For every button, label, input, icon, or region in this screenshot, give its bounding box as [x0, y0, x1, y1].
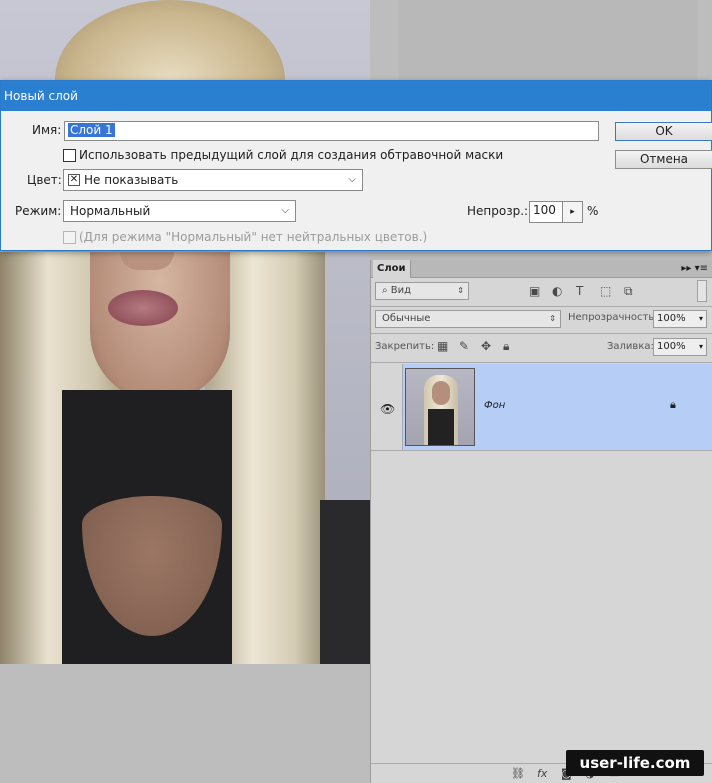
panel-opacity-label: Непрозрачность: — [568, 312, 658, 323]
visibility-cell[interactable]: 👁︎ — [371, 364, 403, 450]
lock-icon: 🔒︎ — [670, 398, 676, 411]
opacity-unit: % — [587, 204, 599, 218]
panel-tab-row: Слои ▸▸ ▾≡ — [371, 260, 712, 278]
blend-mode-value: Обычные — [382, 313, 431, 324]
fill-label: Заливка: — [607, 341, 654, 352]
fill-input[interactable]: 100% ▾ — [653, 338, 707, 356]
photo-shoulder — [320, 500, 370, 664]
mode-select[interactable]: Нормальный ⌵ — [63, 200, 296, 222]
thumbnail-face — [432, 381, 450, 405]
tab-layers[interactable]: Слои — [373, 260, 411, 278]
type-filter-icon[interactable]: T — [576, 284, 583, 298]
lock-brush-icon[interactable]: ✎ — [459, 339, 469, 353]
chevron-down-icon: ⌵ — [348, 174, 356, 185]
fx-icon[interactable]: fx — [537, 767, 547, 780]
cancel-button[interactable]: Отмена — [615, 150, 712, 169]
opacity-stepper-arrow-icon[interactable]: ▸ — [562, 202, 582, 222]
chevron-down-icon[interactable]: ▾ — [699, 339, 703, 355]
new-layer-dialog: Новый слой Имя: Слой 1 Использовать пред… — [0, 80, 712, 251]
layer-name-value: Слой 1 — [68, 123, 115, 137]
neutral-color-checkbox — [63, 231, 76, 244]
chevron-down-icon: ⌵ — [281, 205, 289, 216]
ok-button[interactable]: OK — [615, 122, 712, 141]
neutral-color-note: (Для режима "Нормальный" нет нейтральных… — [79, 230, 428, 244]
chevron-updown-icon: ⇕ — [457, 286, 464, 295]
smart-object-filter-icon[interactable]: ⧉ — [624, 284, 633, 298]
color-select[interactable]: ✕ Не показывать ⌵ — [63, 169, 363, 191]
link-layers-icon[interactable]: ⛓ — [511, 767, 525, 780]
divider — [371, 362, 712, 363]
name-label: Имя: — [32, 123, 62, 137]
chevron-updown-icon: ⇕ — [549, 314, 556, 323]
adjustment-filter-icon[interactable]: ◐ — [552, 284, 562, 298]
lock-all-icon[interactable]: 🔒︎ — [503, 339, 509, 353]
lock-label: Закрепить: — [375, 341, 435, 352]
divider — [371, 450, 712, 451]
photo-lips — [108, 290, 178, 326]
watermark: user-life.com — [566, 750, 704, 776]
filter-toggle[interactable] — [697, 280, 707, 302]
photo-face — [90, 252, 230, 402]
opacity-label: Непрозр.: — [467, 204, 529, 218]
dialog-titlebar[interactable]: Новый слой — [1, 81, 711, 111]
eye-icon[interactable]: 👁︎ — [380, 402, 395, 416]
workspace-background — [398, 0, 698, 80]
shape-filter-icon[interactable]: ⬚ — [600, 284, 611, 298]
chevron-down-icon[interactable]: ▾ — [699, 311, 703, 327]
clipping-mask-checkbox[interactable] — [63, 149, 76, 162]
opacity-input[interactable]: 100 ▸ — [529, 201, 583, 223]
panel-menu-icon[interactable]: ▸▸ ▾≡ — [681, 260, 708, 278]
filter-value: Вид — [390, 285, 412, 296]
lock-position-icon[interactable]: ✥ — [481, 339, 491, 353]
layer-name-input[interactable]: Слой 1 — [64, 121, 599, 141]
panel-opacity-input[interactable]: 100% ▾ — [653, 310, 707, 328]
mode-label: Режим: — [15, 204, 62, 218]
panel-opacity-value: 100% — [657, 313, 686, 324]
no-color-icon: ✕ — [68, 174, 80, 186]
clipping-mask-label[interactable]: Использовать предыдущий слой для создани… — [79, 148, 503, 162]
blend-mode-select[interactable]: Обычные ⇕ — [375, 310, 561, 328]
thumbnail-body — [428, 409, 454, 445]
layer-filter-select[interactable]: ⌕ Вид ⇕ — [375, 282, 469, 300]
opacity-value: 100 — [533, 203, 556, 217]
mode-value: Нормальный — [70, 204, 151, 218]
divider — [371, 333, 712, 334]
color-label: Цвет: — [27, 173, 62, 187]
fill-value: 100% — [657, 341, 686, 352]
layer-thumbnail[interactable] — [405, 368, 475, 446]
layer-name[interactable]: Фон — [484, 400, 505, 411]
layers-panel: Слои ▸▸ ▾≡ ⌕ Вид ⇕ ▣ ◐ T ⬚ ⧉ Обычные ⇕ Н… — [370, 260, 712, 783]
lock-transparency-icon[interactable]: ▦ — [437, 339, 448, 353]
dialog-title: Новый слой — [4, 89, 78, 103]
color-value: Не показывать — [84, 173, 179, 187]
layer-row[interactable]: 👁︎ Фон 🔒︎ — [371, 364, 712, 450]
search-icon: ⌕ — [382, 285, 391, 296]
pixel-filter-icon[interactable]: ▣ — [529, 284, 540, 298]
divider — [371, 306, 712, 307]
